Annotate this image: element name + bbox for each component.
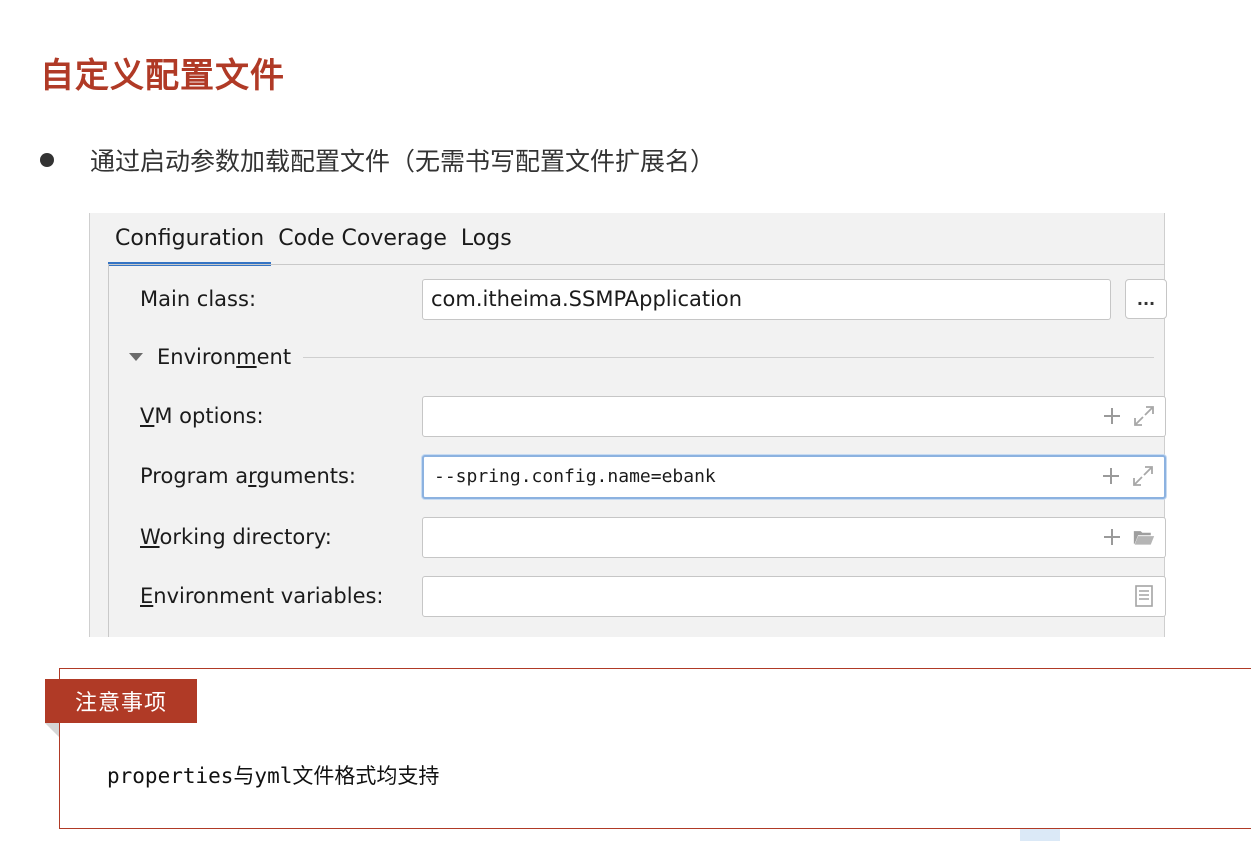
program-arguments-value: --spring.config.name=ebank	[434, 466, 716, 487]
tab-code-coverage[interactable]: Code Coverage	[271, 226, 454, 265]
program-arguments-field[interactable]: --spring.config.name=ebank	[422, 455, 1166, 499]
configuration-form: Main class: com.itheima.SSMPApplication …	[108, 264, 1167, 637]
run-configuration-panel: Configuration Code Coverage Logs Main cl…	[89, 213, 1167, 637]
bullet-text: 通过启动参数加载配置文件（无需书写配置文件扩展名）	[90, 147, 716, 176]
tag-fold	[45, 723, 59, 737]
vm-options-field[interactable]	[422, 396, 1166, 437]
tab-configuration[interactable]: Configuration	[108, 226, 272, 266]
note-box	[59, 668, 1251, 829]
environment-variables-field[interactable]	[422, 576, 1166, 617]
tab-bar: Configuration Code Coverage Logs	[108, 213, 519, 266]
bullet-dot	[40, 153, 54, 167]
working-directory-label: Working directory:	[140, 525, 332, 549]
environment-label: Environment	[157, 345, 292, 369]
plus-icon[interactable]	[1100, 465, 1122, 487]
expand-icon[interactable]	[1133, 405, 1155, 427]
main-class-label: Main class:	[140, 287, 257, 311]
vm-options-label: VM options:	[140, 404, 264, 428]
tab-logs[interactable]: Logs	[454, 226, 519, 265]
expand-icon[interactable]	[1132, 465, 1154, 487]
document-icon[interactable]	[1133, 585, 1155, 607]
note-tag: 注意事项	[45, 679, 197, 723]
decorative-corner	[1020, 829, 1060, 841]
folder-icon[interactable]	[1133, 526, 1155, 548]
environment-variables-label: Environment variables:	[140, 584, 384, 608]
browse-main-class-button[interactable]: ...	[1125, 279, 1167, 319]
main-class-field[interactable]: com.itheima.SSMPApplication	[422, 279, 1111, 320]
plus-icon[interactable]	[1101, 405, 1123, 427]
note-text: properties与yml文件格式均支持	[107, 764, 440, 788]
slide-title: 自定义配置文件	[40, 56, 285, 96]
working-directory-field[interactable]	[422, 517, 1166, 558]
bullet-item: 通过启动参数加载配置文件（无需书写配置文件扩展名）	[40, 142, 715, 178]
program-arguments-label: Program arguments:	[140, 464, 356, 488]
main-class-value: com.itheima.SSMPApplication	[431, 287, 743, 311]
plus-icon[interactable]	[1101, 526, 1123, 548]
environment-section-header[interactable]: Environment	[129, 345, 1154, 369]
section-divider	[303, 356, 1154, 358]
collapse-triangle-icon[interactable]	[129, 353, 143, 361]
